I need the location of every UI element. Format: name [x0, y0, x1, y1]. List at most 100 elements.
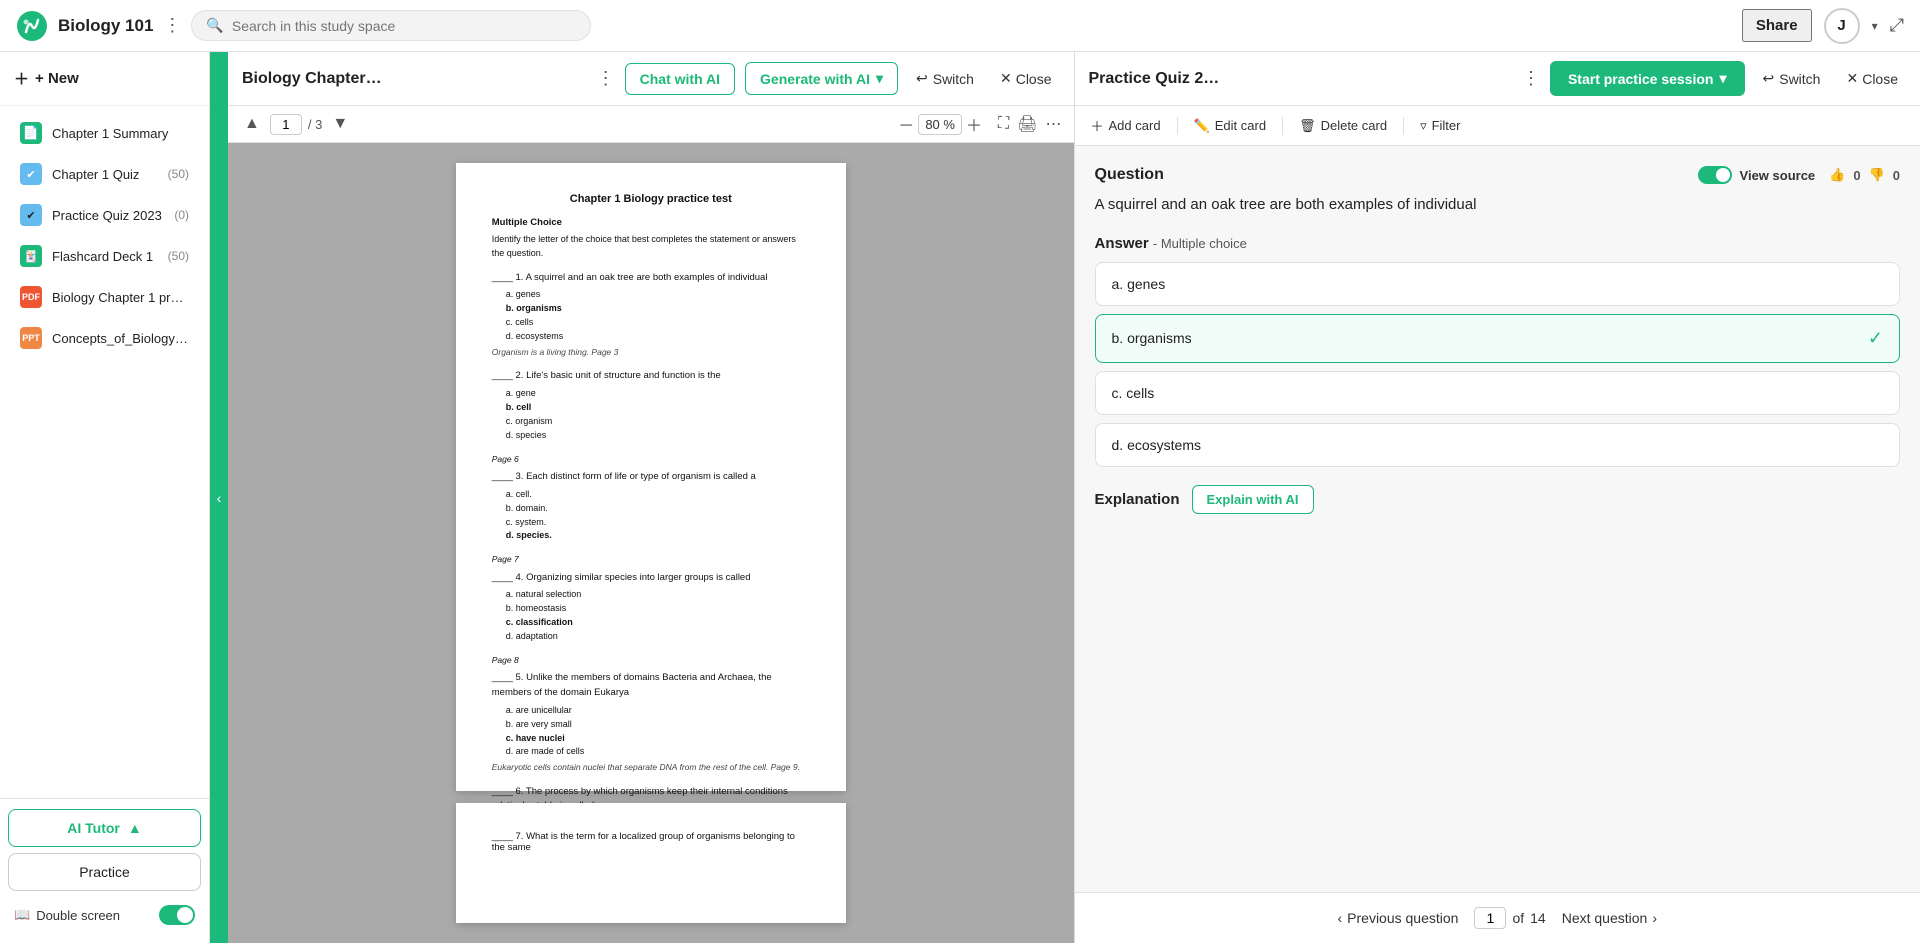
right-panel-title: Practice Quiz 2…: [1089, 70, 1512, 88]
left-panel-switch-button[interactable]: ↩ Switch: [908, 66, 982, 91]
add-card-button[interactable]: ＋ Add card: [1091, 116, 1161, 135]
left-panel-header: Biology Chapter… ⋮ Chat with AI Generate…: [228, 52, 1074, 106]
pdf-page-input[interactable]: [270, 114, 302, 135]
question-label: Question View source 👍 0: [1095, 166, 1901, 184]
sidebar-item-biologypdf[interactable]: PDF Biology Chapter 1 practice t…: [6, 277, 203, 317]
q1-blank: ____ 1.: [492, 272, 526, 283]
answer-option-b[interactable]: b. organisms ✓: [1095, 314, 1901, 363]
check-icon: ✓: [1868, 328, 1883, 349]
right-panel-close-button[interactable]: ✕ Close: [1838, 66, 1906, 91]
left-panel: Biology Chapter… ⋮ Chat with AI Generate…: [228, 52, 1075, 943]
answer-option-a[interactable]: a. genes: [1095, 262, 1901, 306]
edit-card-button[interactable]: ✏️ Edit card: [1194, 118, 1267, 134]
avatar-chevron-icon[interactable]: ▾: [1872, 19, 1878, 33]
double-screen-row: 📖 Double screen: [8, 897, 201, 933]
practicequiz-icon: ✔: [20, 204, 42, 226]
ai-tutor-button[interactable]: AI Tutor ▲: [8, 809, 201, 847]
prev-question-button[interactable]: ‹ Previous question: [1337, 910, 1458, 926]
chapter1summary-icon: 📄: [20, 122, 42, 144]
page7-label: Page 7: [492, 553, 810, 566]
question-meta: View source 👍 0 👎 0: [1698, 166, 1900, 184]
double-screen-toggle[interactable]: [159, 905, 195, 925]
question-text: A squirrel and an oak tree are both exam…: [1095, 194, 1901, 217]
expand-icon[interactable]: ⤢: [1890, 15, 1904, 36]
quiz-footer: ‹ Previous question of 14 Next question …: [1075, 892, 1920, 943]
zoom-out-btn[interactable]: －: [898, 112, 914, 136]
print-btn[interactable]: 🖨: [1017, 114, 1037, 134]
app-title: Biology 101: [58, 16, 153, 36]
zoom-in-btn[interactable]: ＋: [966, 112, 982, 136]
sidebar-item-chapter1summary[interactable]: 📄 Chapter 1 Summary: [6, 113, 203, 153]
nav-right: Share J ▾ ⤢: [1742, 8, 1904, 44]
practice-button[interactable]: Practice: [8, 853, 201, 891]
close-icon: ✕: [1000, 70, 1012, 87]
generate-ai-button[interactable]: Generate with AI ▾: [745, 62, 898, 95]
thumbs-down-icon[interactable]: 👎: [1869, 167, 1885, 183]
action-separator: [1282, 117, 1283, 135]
like-dislike: 👍 0 👎 0: [1829, 167, 1900, 183]
collapse-sidebar-tab[interactable]: ‹: [210, 52, 228, 943]
sidebar-item-label: Concepts_of_Biology_Chap…: [52, 331, 189, 346]
sidebar-item-label: Chapter 1 Summary: [52, 126, 189, 141]
right-panel-switch-button[interactable]: ↩ Switch: [1755, 66, 1829, 91]
pdf-question-5: ____ 5. Unlike the members of domains Ba…: [492, 671, 810, 774]
sidebar-item-label: Chapter 1 Quiz: [52, 167, 158, 182]
pdf-prev-btn[interactable]: ▲: [240, 113, 264, 135]
thumbs-up-icon[interactable]: 👍: [1829, 167, 1845, 183]
content-area: Biology Chapter… ⋮ Chat with AI Generate…: [228, 52, 1920, 943]
flashcard-icon: 🃏: [20, 245, 42, 267]
plus-icon: ＋: [14, 68, 29, 89]
quiz-actions: ＋ Add card ✏️ Edit card 🗑 Delete card ▿ …: [1075, 106, 1920, 146]
right-panel-more-icon[interactable]: ⋮: [1522, 68, 1540, 89]
explanation-section: Explanation Explain with AI: [1095, 485, 1901, 514]
share-button[interactable]: Share: [1742, 9, 1812, 42]
trash-icon: 🗑: [1299, 118, 1316, 134]
action-separator: [1403, 117, 1404, 135]
search-input[interactable]: [232, 18, 577, 34]
pdf-more-btn[interactable]: ⋯: [1046, 114, 1062, 134]
question-section: Question View source 👍 0: [1095, 166, 1901, 217]
switch-icon: ↩: [1763, 70, 1775, 87]
pdf-nav: ▲ / 3 ▼: [240, 113, 352, 135]
filter-button[interactable]: ▿ Filter: [1420, 118, 1460, 134]
next-question-button[interactable]: Next question ›: [1562, 910, 1657, 926]
answer-option-d[interactable]: d. ecosystems: [1095, 423, 1901, 467]
right-panel: Practice Quiz 2… ⋮ Start practice sessio…: [1075, 52, 1920, 943]
pdf-question-2: ____ 2. Life's basic unit of structure a…: [492, 369, 810, 442]
left-panel-close-button[interactable]: ✕ Close: [992, 66, 1060, 91]
app-more-icon[interactable]: ⋮: [163, 15, 181, 36]
sidebar-item-label: Biology Chapter 1 practice t…: [52, 290, 189, 305]
left-panel-more-icon[interactable]: ⋮: [597, 68, 615, 89]
edit-icon: ✏️: [1194, 118, 1210, 134]
pdf-next-btn[interactable]: ▼: [328, 113, 352, 135]
app-logo[interactable]: [16, 10, 48, 42]
new-button[interactable]: ＋ + New: [0, 52, 209, 106]
pdf-page-partial: ____ 7. What is the term for a localized…: [456, 803, 846, 923]
nav-left: Biology 101 ⋮ 🔍: [16, 10, 1730, 42]
answer-label: Answer - Multiple choice: [1095, 235, 1901, 252]
fullscreen-btn[interactable]: ⛶: [998, 115, 1009, 133]
start-practice-button[interactable]: Start practice session ▾: [1550, 61, 1745, 96]
avatar[interactable]: J: [1824, 8, 1860, 44]
explain-ai-button[interactable]: Explain with AI: [1192, 485, 1314, 514]
search-bar[interactable]: 🔍: [191, 10, 591, 41]
answer-option-c[interactable]: c. cells: [1095, 371, 1901, 415]
sidebar-bottom: AI Tutor ▲ Practice 📖 Double screen: [0, 798, 209, 943]
main-layout: ＋ + New 📄 Chapter 1 Summary ✔ Chapter 1 …: [0, 52, 1920, 943]
delete-card-button[interactable]: 🗑 Delete card: [1299, 118, 1387, 134]
sidebar-item-chapter1quiz[interactable]: ✔ Chapter 1 Quiz (50): [6, 154, 203, 194]
pdf-question-4: ____ 4. Organizing similar species into …: [492, 571, 810, 644]
pdf-question-7-partial: ____ 7. What is the term for a localized…: [492, 831, 810, 853]
page-number-input[interactable]: [1474, 907, 1506, 929]
pdf-mc-inst: Identify the letter of the choice that b…: [492, 233, 810, 261]
view-source-toggle-switch[interactable]: [1698, 166, 1732, 184]
toggle-knob: [1716, 168, 1730, 182]
close-icon: ✕: [1846, 70, 1858, 87]
pdf-zoom: － 80 % ＋: [898, 112, 982, 136]
sidebar-item-practicequiz[interactable]: ✔ Practice Quiz 2023 (0): [6, 195, 203, 235]
pdf-question-1: ____ 1. A squirrel and an oak tree are b…: [492, 271, 810, 360]
sidebar-item-flashcard[interactable]: 🃏 Flashcard Deck 1 (50): [6, 236, 203, 276]
sidebar-item-conceptsppt[interactable]: PPT Concepts_of_Biology_Chap…: [6, 318, 203, 358]
zoom-value[interactable]: 80 %: [918, 114, 962, 135]
chat-ai-button[interactable]: Chat with AI: [625, 63, 735, 95]
